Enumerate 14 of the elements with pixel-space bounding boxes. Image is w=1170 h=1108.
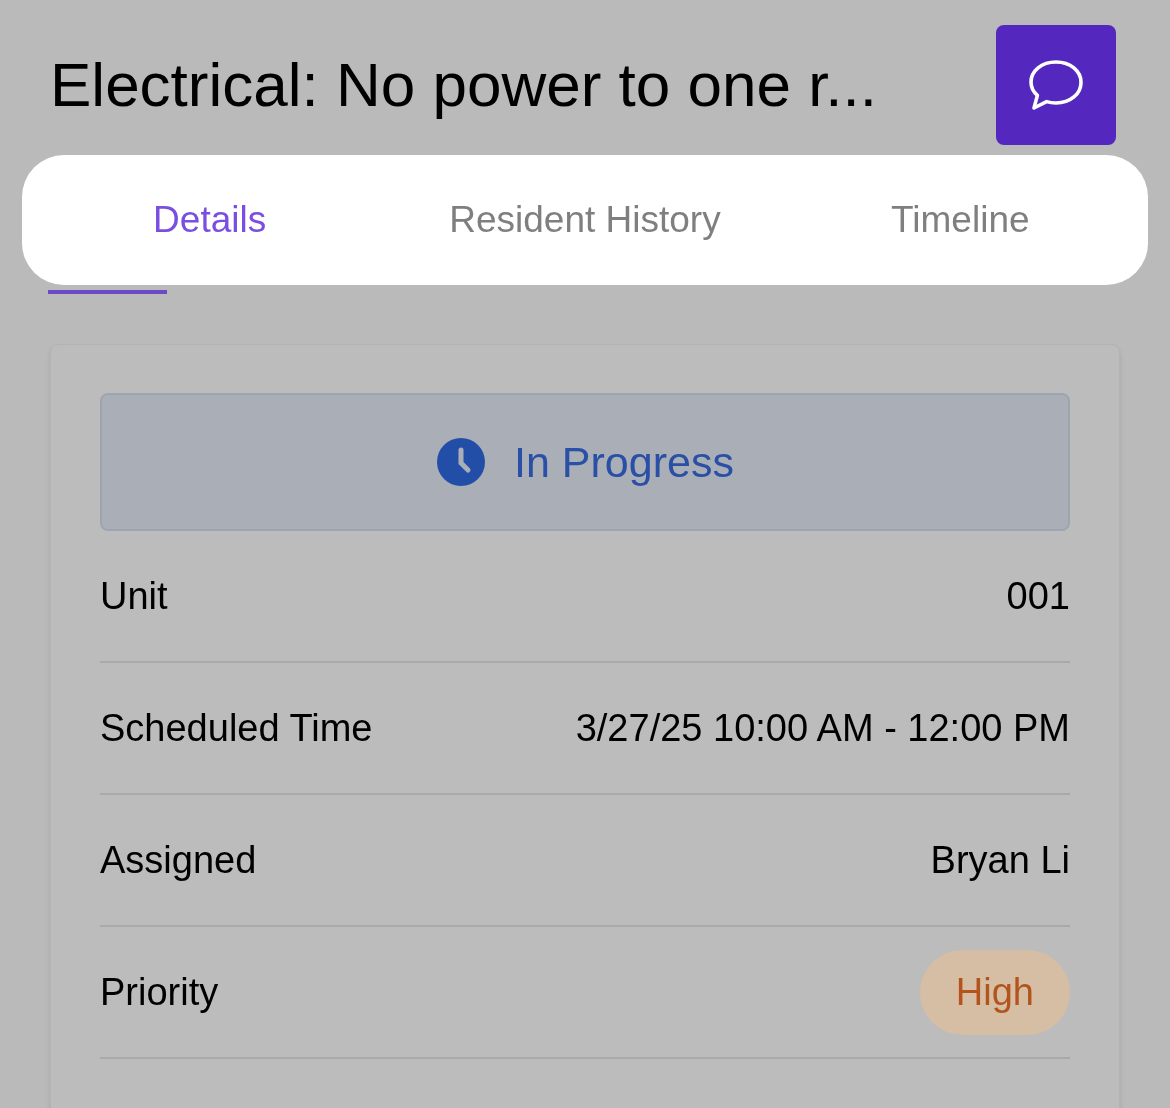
chat-button[interactable] [996, 25, 1116, 145]
field-label: Priority [100, 969, 219, 1015]
status-label: In Progress [514, 436, 734, 488]
field-value: 3/27/25 10:00 AM - 12:00 PM [575, 705, 1070, 751]
tab[interactable]: Details [22, 192, 398, 248]
field-label: Assigned [100, 837, 257, 883]
tab[interactable]: Resident History [397, 192, 773, 248]
field-label: Unit [100, 573, 168, 619]
clock-icon [436, 437, 487, 487]
field-value: 001 [1006, 573, 1070, 619]
tab[interactable]: Timeline [772, 192, 1148, 248]
field-label: Scheduled Time [100, 705, 373, 751]
field-value: Bryan Li [930, 837, 1070, 883]
priority-badge: High [919, 949, 1070, 1035]
